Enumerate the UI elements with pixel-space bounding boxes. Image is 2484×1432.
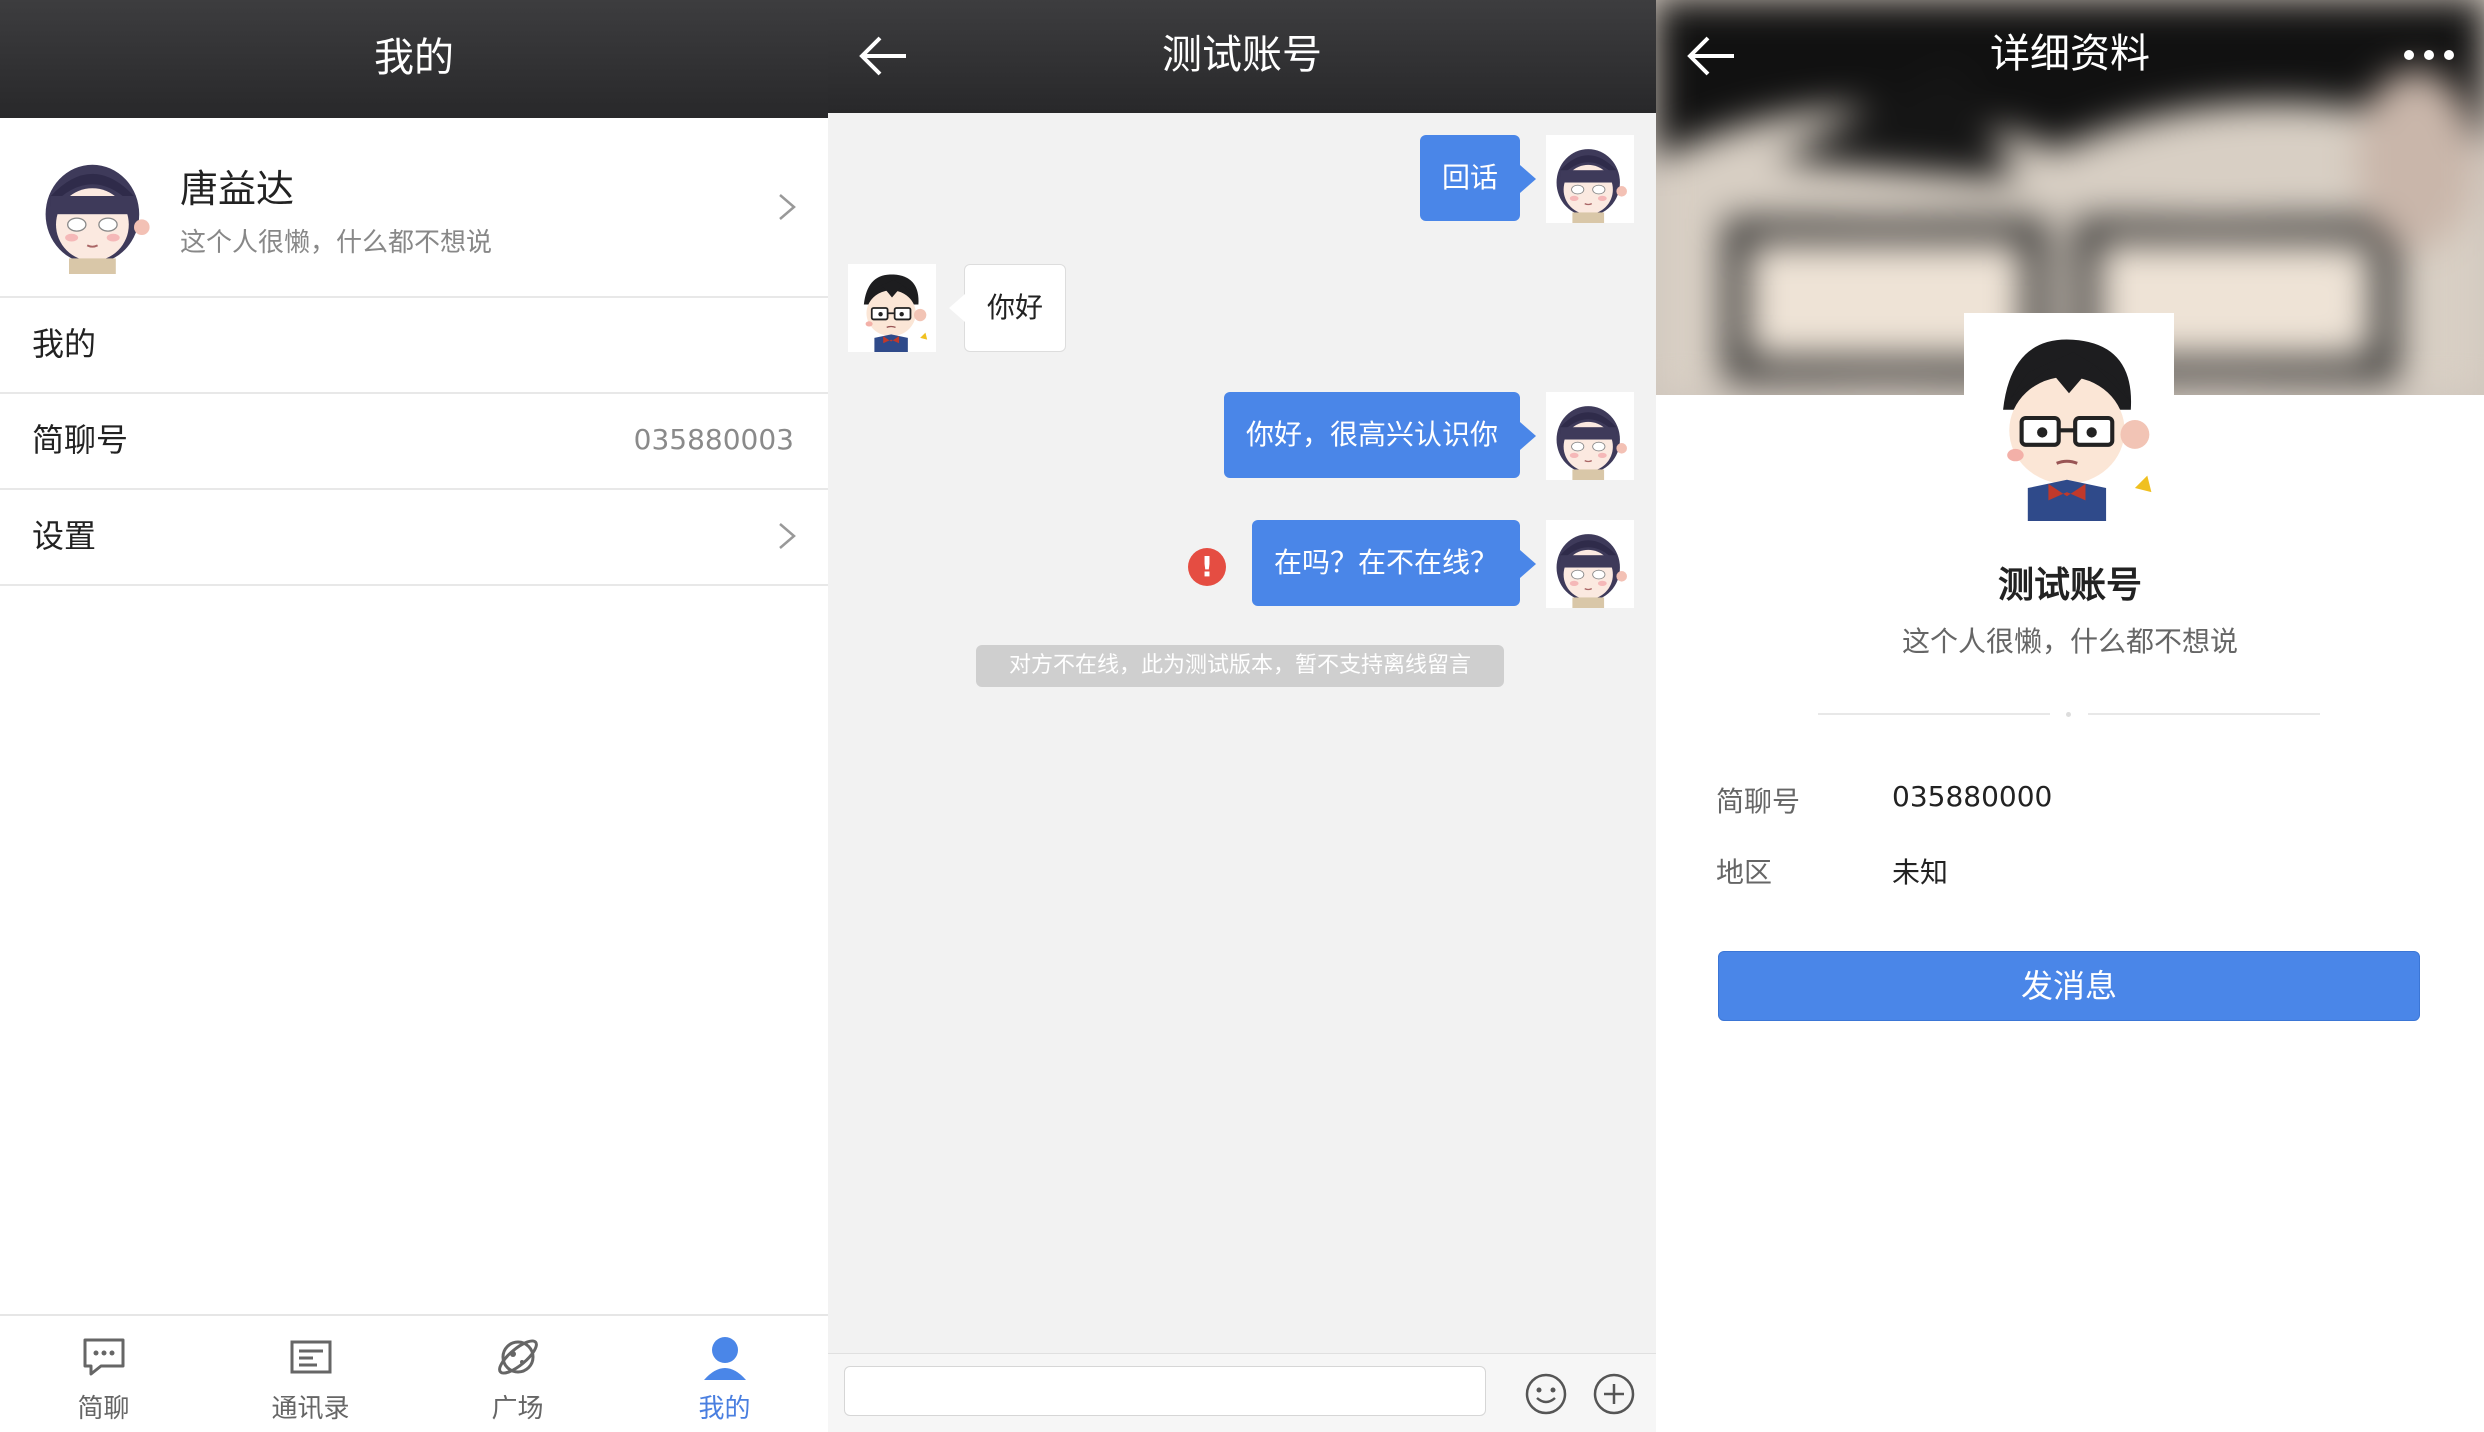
message-input[interactable] [844,1366,1486,1416]
chevron-right-icon [779,194,796,220]
tab-contacts[interactable]: 通讯录 [207,1316,414,1432]
contact-name: 测试账号 [1997,565,2142,606]
user-icon [704,1337,746,1380]
message-bubble-outgoing[interactable]: 在吗？在不在线？ [1251,520,1520,606]
bubble-tail [1520,550,1536,578]
more-icon[interactable] [2402,40,2462,70]
row-mine[interactable]: 我的 [0,296,828,394]
profile-title: 详细资料 [1990,31,2150,77]
bubble-tail [1520,165,1536,193]
contacts-icon [290,1340,332,1374]
divider [2088,713,2320,715]
tab-me-label: 我的 [698,1394,751,1424]
my-name: 唐益达 [180,167,295,211]
tab-contacts-label: 通讯录 [271,1394,350,1424]
my-avatar[interactable] [1546,520,1634,608]
my-signature: 这个人很懒，什么都不想说 [180,228,493,258]
plus-circle-icon[interactable] [1592,1372,1636,1416]
chat-header: 测试账号 [828,0,1656,113]
chevron-right-icon [779,523,796,549]
tab-me[interactable]: 我的 [621,1316,828,1432]
field-region-label: 地区 [1716,856,1773,889]
row-account-id-value: 035880003 [633,423,794,456]
profile-entry[interactable]: 唐益达 这个人很懒，什么都不想说 [0,118,828,298]
message-bubble-incoming[interactable]: 你好 [964,264,1067,352]
row-settings[interactable]: 设置 [0,488,828,586]
profile-header: 详细资料 [1656,0,2484,110]
chat-title: 测试账号 [1162,32,1322,78]
my-avatar[interactable] [1546,135,1634,223]
chat-screen: 测试账号 回话 你好 你好，很高兴认识你 在吗？在不在线？ ! 对方不在线，此为… [828,0,1656,1432]
field-account-id-label: 简聊号 [1716,785,1801,818]
planet-icon [498,1339,538,1375]
me-header: 我的 [0,0,828,118]
divider [1818,713,2050,715]
chat-icon [83,1338,125,1376]
message-bubble-outgoing[interactable]: 回话 [1419,135,1520,221]
profile-screen: 详细资料 测试账号 这个人很懒，什么都不想说 简聊号 035880000 地区 … [1656,0,2484,1432]
row-mine-label: 我的 [32,325,97,363]
contact-avatar[interactable] [848,264,936,352]
bubble-tail [949,294,965,322]
send-failed-icon[interactable]: ! [1188,548,1226,586]
tab-square-label: 广场 [491,1394,544,1424]
contact-avatar[interactable] [1966,315,2172,521]
tab-chat-label: 简聊 [77,1394,130,1424]
field-account-id-value: 035880000 [1892,780,2053,813]
me-screen: 我的 唐益达 这个人很懒，什么都不想说 我的 简聊号 035880003 设置 … [0,0,828,1432]
me-title: 我的 [374,35,454,81]
emoji-icon[interactable] [1524,1372,1568,1416]
my-avatar[interactable] [1546,392,1634,480]
field-region-value: 未知 [1892,856,1949,889]
chat-input-bar [828,1353,1656,1432]
tab-square[interactable]: 广场 [414,1316,621,1432]
my-avatar [30,144,160,274]
contact-signature: 这个人很懒，什么都不想说 [1901,625,2238,658]
divider-dot [2066,712,2071,717]
bubble-tail [1520,422,1536,450]
tab-chat[interactable]: 简聊 [0,1316,207,1432]
row-account-id: 简聊号 035880003 [0,392,828,490]
send-message-button[interactable]: 发消息 [1718,951,2420,1021]
row-settings-label: 设置 [32,517,97,555]
message-bubble-outgoing[interactable]: 你好，很高兴认识你 [1223,392,1520,478]
system-notice: 对方不在线，此为测试版本，暂不支持离线留言 [976,645,1504,687]
row-account-id-label: 简聊号 [32,421,129,459]
bottom-tab-bar: 简聊 通讯录 广场 我的 [0,1314,828,1432]
